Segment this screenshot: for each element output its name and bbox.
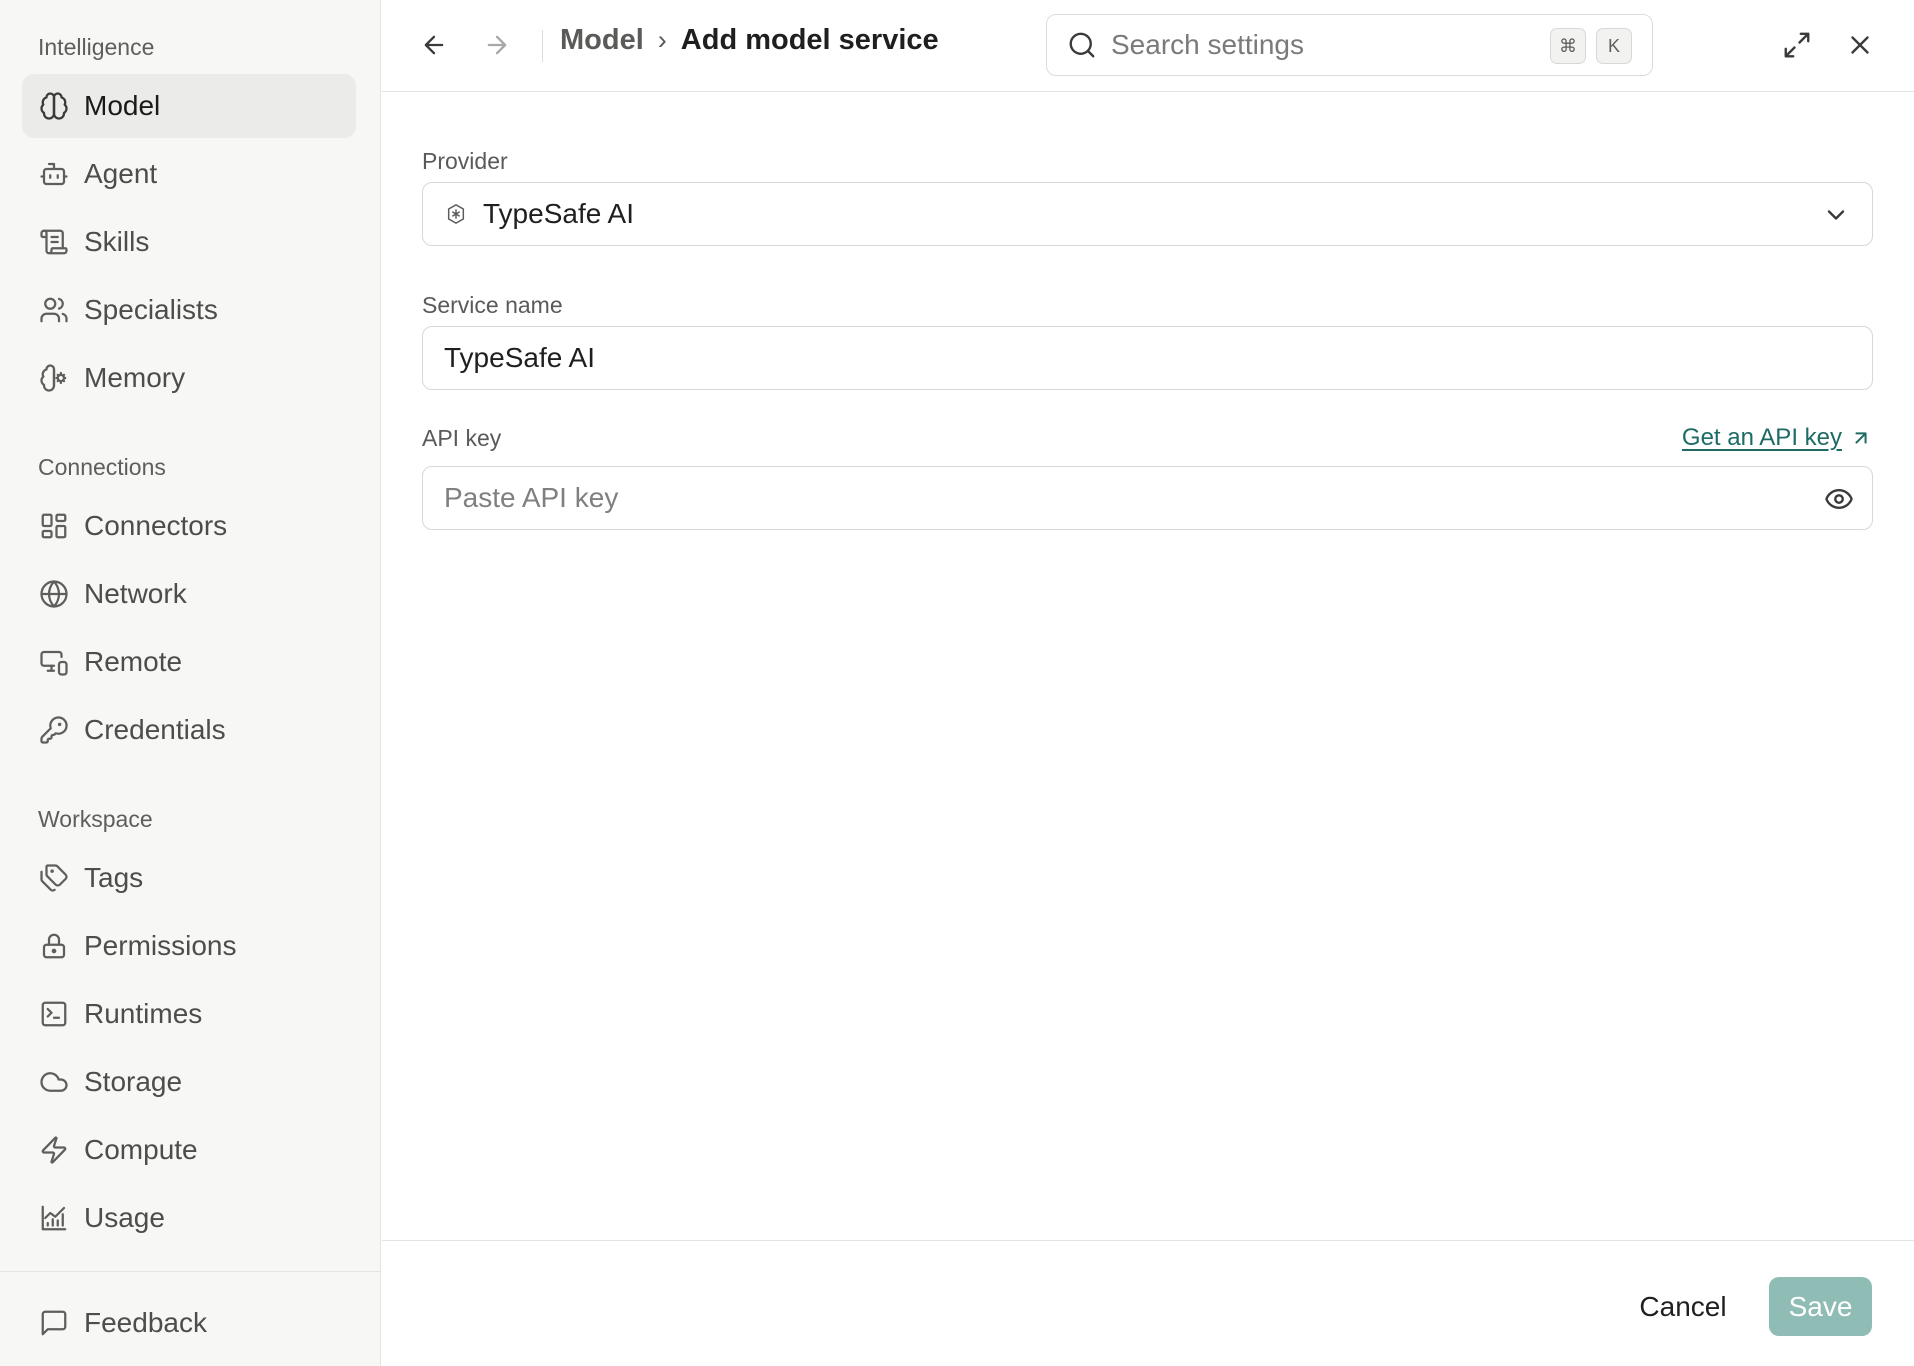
settings-header: Model › Add model service ⌘ K — [382, 0, 1914, 92]
cloud-icon — [37, 1065, 71, 1099]
users-icon — [37, 293, 71, 327]
sidebar-item-permissions[interactable]: Permissions — [22, 914, 356, 978]
close-button[interactable] — [1838, 23, 1882, 67]
arrow-left-icon — [424, 35, 444, 55]
terminal-icon — [37, 997, 71, 1031]
api-key-input[interactable] — [444, 482, 1744, 514]
sidebar-item-memory[interactable]: Memory — [22, 346, 356, 410]
forward-button[interactable] — [475, 23, 519, 67]
sidebar-item-label: Agent — [84, 158, 158, 189]
sidebar-item-usage[interactable]: Usage — [22, 1186, 356, 1250]
sidebar-item-label: Usage — [84, 1202, 165, 1233]
footer-divider — [382, 1240, 1914, 1241]
breadcrumb-parent[interactable]: Model — [560, 24, 644, 57]
provider-label: Provider — [422, 148, 508, 174]
sidebar-item-skills[interactable]: Skills — [22, 210, 356, 274]
close-icon — [1851, 36, 1869, 54]
section-label-workspace: Workspace — [38, 806, 153, 832]
tag-icon — [37, 861, 71, 895]
key-icon — [37, 713, 71, 747]
sidebar-divider — [0, 1271, 381, 1272]
robot-icon — [37, 157, 71, 191]
maximize-icon — [1784, 32, 1810, 58]
sidebar-item-label: Connectors — [84, 510, 228, 541]
scroll-icon — [37, 225, 71, 259]
api-key-label: API key — [422, 425, 502, 451]
sidebar-item-model[interactable]: Model — [22, 74, 356, 138]
shortcut-key-mod: ⌘ — [1550, 28, 1586, 64]
shortcut-key-k: K — [1596, 28, 1632, 64]
save-button[interactable]: Save — [1769, 1277, 1872, 1336]
back-button[interactable] — [412, 23, 456, 67]
provider-value: TypeSafe AI — [483, 198, 634, 229]
sidebar-item-specialists[interactable]: Specialists — [22, 278, 356, 342]
lock-icon — [37, 929, 71, 963]
message-square-icon — [37, 1306, 71, 1340]
search-box[interactable]: ⌘ K — [1046, 14, 1653, 76]
settings-sidebar: Intelligence Model Agent Skills Speciali… — [0, 0, 381, 1366]
sidebar-item-compute[interactable]: Compute — [22, 1118, 356, 1182]
brain-cog-icon — [37, 361, 71, 395]
sidebar-item-label: Specialists — [84, 294, 218, 325]
sidebar-item-network[interactable]: Network — [22, 562, 356, 626]
service-name-input[interactable] — [444, 342, 1744, 374]
section-label-intelligence: Intelligence — [38, 34, 155, 60]
sidebar-item-tags[interactable]: Tags — [22, 846, 356, 910]
sidebar-item-label: Remote — [84, 646, 183, 677]
sidebar-item-feedback[interactable]: Feedback — [22, 1291, 356, 1355]
sidebar-item-runtimes[interactable]: Runtimes — [22, 982, 356, 1046]
eye-icon[interactable] — [1824, 484, 1854, 514]
zap-icon — [37, 1133, 71, 1167]
sidebar-item-label: Storage — [84, 1066, 183, 1097]
monitor-smartphone-icon — [37, 645, 71, 679]
section-label-connections: Connections — [38, 454, 166, 480]
search-input[interactable] — [1111, 29, 1511, 61]
sidebar-item-agent[interactable]: Agent — [22, 142, 356, 206]
sidebar-item-label: Model — [84, 90, 161, 121]
sidebar-item-label: Network — [84, 578, 187, 609]
sidebar-item-label: Credentials — [84, 714, 226, 745]
sidebar-item-label: Memory — [84, 362, 186, 393]
grid-icon — [37, 509, 71, 543]
sidebar-item-label: Skills — [84, 226, 150, 257]
globe-icon — [37, 577, 71, 611]
sidebar-item-label: Feedback — [84, 1307, 207, 1338]
sidebar-item-label: Tags — [84, 862, 144, 893]
get-api-key-label: Get an API key — [1681, 424, 1842, 451]
sidebar-item-remote[interactable]: Remote — [22, 630, 356, 694]
chevron-down-icon — [1822, 201, 1850, 229]
sidebar-item-label: Runtimes — [84, 998, 203, 1029]
expand-button[interactable] — [1775, 23, 1819, 67]
arrow-right-icon — [487, 35, 507, 55]
cancel-button[interactable]: Cancel — [1620, 1278, 1746, 1336]
search-icon — [1067, 30, 1097, 60]
breadcrumb-separator: › — [657, 25, 667, 55]
sidebar-item-label: Compute — [84, 1134, 198, 1165]
service-name-label: Service name — [422, 292, 563, 318]
service-name-field[interactable] — [422, 326, 1873, 390]
arrow-up-right-icon — [1855, 432, 1867, 444]
sidebar-item-label: Permissions — [84, 930, 237, 961]
brain-icon — [37, 89, 71, 123]
header-separator — [542, 30, 543, 62]
provider-select[interactable]: TypeSafe AI — [422, 182, 1873, 246]
get-api-key-link[interactable]: Get an API key — [1682, 424, 1872, 452]
page-title: Add model service — [680, 24, 939, 56]
provider-logo-icon — [445, 202, 467, 226]
sidebar-item-connectors[interactable]: Connectors — [22, 494, 356, 558]
sidebar-item-credentials[interactable]: Credentials — [22, 698, 356, 762]
breadcrumb: Model › Add model service — [560, 24, 939, 57]
chart-line-icon — [37, 1201, 71, 1235]
sidebar-item-storage[interactable]: Storage — [22, 1050, 356, 1114]
api-key-field[interactable] — [422, 466, 1873, 530]
